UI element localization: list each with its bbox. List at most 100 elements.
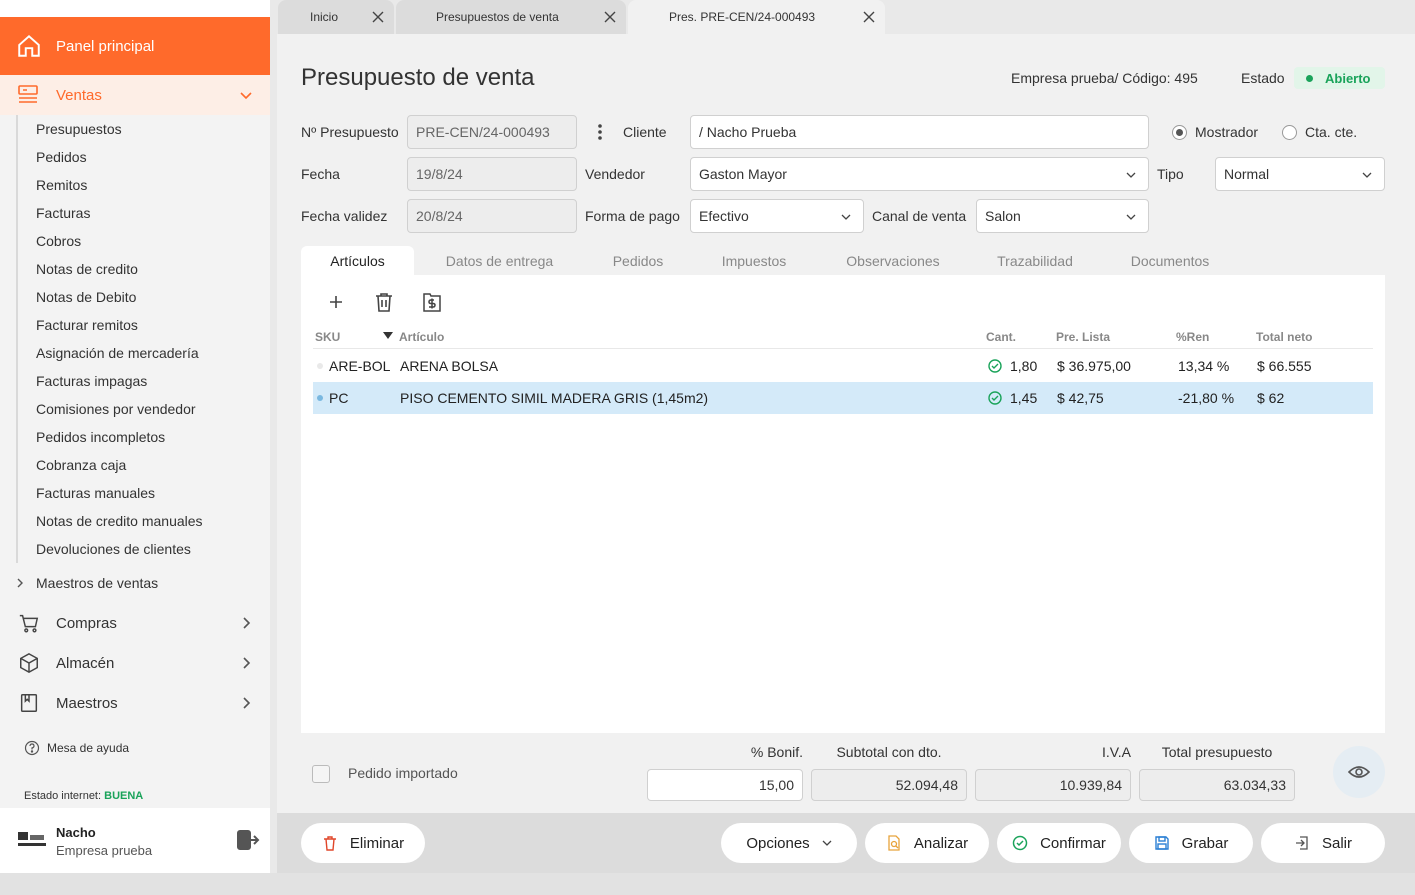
col-sku[interactable]: SKU <box>315 330 340 344</box>
salir-button[interactable]: Salir <box>1261 823 1385 863</box>
chevron-down-icon <box>1362 172 1372 178</box>
more-options-icon[interactable] <box>595 122 605 142</box>
company-info: Empresa prueba/ Código: 495 <box>1011 70 1198 86</box>
sidebar-item-label: Maestros de ventas <box>36 575 159 591</box>
sidebar-subitem-notas-credito[interactable]: Notas de credito <box>18 255 270 283</box>
eliminar-button[interactable]: Eliminar <box>301 823 425 863</box>
sidebar-subitem-notas-credito-manuales[interactable]: Notas de credito manuales <box>18 507 270 535</box>
fecha-field[interactable]: 19/8/24 <box>407 157 577 191</box>
sidebar-subitem-notas-debito[interactable]: Notas de Debito <box>18 283 270 311</box>
cliente-field[interactable]: / Nacho Prueba <box>690 115 1149 149</box>
eye-icon <box>1348 766 1370 778</box>
user-name: Nacho <box>56 825 96 840</box>
page-title: Presupuesto de venta <box>301 64 535 91</box>
sidebar-top-strip <box>0 0 270 17</box>
tab-observaciones[interactable]: Observaciones <box>838 246 948 276</box>
tab-inicio[interactable]: Inicio <box>278 0 394 34</box>
forma-pago-value: Efectivo <box>699 208 749 224</box>
table-row[interactable]: ARE-BOL ARENA BOLSA 1,80 $ 36.975,00 13,… <box>313 350 1373 382</box>
tab-documentos[interactable]: Documentos <box>1120 246 1220 276</box>
trash-icon[interactable] <box>373 291 395 313</box>
col-total-neto[interactable]: Total neto <box>1256 330 1312 344</box>
sidebar-subitem-facturas[interactable]: Facturas <box>18 199 270 227</box>
vendedor-select[interactable]: Gaston Mayor <box>690 157 1149 191</box>
sidebar-subitem-pedidos-incompletos[interactable]: Pedidos incompletos <box>18 423 270 451</box>
sort-down-icon[interactable] <box>383 332 393 340</box>
tab-presupuesto-actual[interactable]: Pres. PRE-CEN/24-000493 <box>628 0 885 34</box>
sidebar-subitem-comisiones[interactable]: Comisiones por vendedor <box>18 395 270 423</box>
col-cant[interactable]: Cant. <box>986 330 1016 344</box>
close-icon[interactable] <box>863 11 875 23</box>
table-row[interactable]: PC PISO CEMENTO SIMIL MADERA GRIS (1,45m… <box>313 382 1373 414</box>
nro-presupuesto-label: Nº Presupuesto <box>301 124 399 140</box>
add-icon[interactable] <box>325 291 347 313</box>
sidebar-item-maestros-ventas[interactable]: Maestros de ventas <box>0 571 270 595</box>
sidebar-item-panel-principal[interactable]: Panel principal <box>0 17 270 75</box>
sidebar-subitem-devoluciones[interactable]: Devoluciones de clientes <box>18 535 270 563</box>
help-desk-link[interactable]: Mesa de ayuda <box>24 740 129 756</box>
subtotal-field: 52.094,48 <box>811 769 967 801</box>
forma-pago-select[interactable]: Efectivo <box>690 199 864 233</box>
internet-status: Estado internet: BUENA <box>24 790 143 802</box>
tab-datos-entrega[interactable]: Datos de entrega <box>432 246 567 276</box>
tab-trazabilidad[interactable]: Trazabilidad <box>985 246 1085 276</box>
canal-venta-select[interactable]: Salon <box>976 199 1149 233</box>
confirmar-button[interactable]: Confirmar <box>997 823 1121 863</box>
save-icon <box>1154 836 1169 850</box>
sidebar-subitem-asignacion[interactable]: Asignación de mercadería <box>18 339 270 367</box>
close-icon[interactable] <box>372 11 384 23</box>
tab-pedidos[interactable]: Pedidos <box>593 246 683 276</box>
sidebar-subitem-facturas-manuales[interactable]: Facturas manuales <box>18 479 270 507</box>
sidebar-subitem-cobros[interactable]: Cobros <box>18 227 270 255</box>
opciones-button[interactable]: Opciones <box>721 823 857 863</box>
cell-sku: PC <box>329 390 349 406</box>
chevron-right-icon <box>243 657 251 669</box>
user-company: Empresa prueba <box>56 843 153 858</box>
sidebar-item-label: Maestros <box>56 694 118 712</box>
sidebar-item-label: Panel principal <box>56 37 155 55</box>
sidebar-item-maestros[interactable]: Maestros <box>0 683 270 723</box>
pedido-importado-checkbox[interactable] <box>312 765 330 783</box>
price-tag-icon[interactable] <box>421 291 443 313</box>
nro-presupuesto-field[interactable]: PRE-CEN/24-000493 <box>407 115 577 149</box>
grabar-button[interactable]: Grabar <box>1129 823 1253 863</box>
sidebar-subitem-pedidos[interactable]: Pedidos <box>18 143 270 171</box>
cell-total: $ 62 <box>1257 390 1285 406</box>
tab-articulos[interactable]: Artículos <box>301 246 414 276</box>
tab-label: Inicio <box>310 10 339 24</box>
fecha-label: Fecha <box>301 166 340 182</box>
sidebar-subitem-presupuestos[interactable]: Presupuestos <box>18 115 270 143</box>
sidebar-subitem-cobranza-caja[interactable]: Cobranza caja <box>18 451 270 479</box>
sidebar-subitem-remitos[interactable]: Remitos <box>18 171 270 199</box>
close-icon[interactable] <box>604 11 616 23</box>
button-label: Salir <box>1321 834 1352 852</box>
col-pre-lista[interactable]: Pre. Lista <box>1056 330 1110 344</box>
analizar-button[interactable]: Analizar <box>865 823 989 863</box>
total-label: Total presupuesto <box>1161 744 1273 760</box>
radio-cta-cte[interactable]: Cta. cte. <box>1282 124 1357 140</box>
sidebar-subitem-facturas-impagas[interactable]: Facturas impagas <box>18 367 270 395</box>
tipo-select[interactable]: Normal <box>1215 157 1385 191</box>
internet-status-value: BUENA <box>104 790 144 802</box>
col-ren[interactable]: %Ren <box>1176 330 1209 344</box>
button-label: Confirmar <box>1040 834 1106 852</box>
tab-impuestos[interactable]: Impuestos <box>709 246 799 276</box>
cliente-label: Cliente <box>623 124 667 140</box>
subtotal-label: Subtotal con dto. <box>836 744 942 760</box>
tipo-value: Normal <box>1224 166 1270 182</box>
col-articulo[interactable]: Artículo <box>399 330 444 344</box>
chevron-down-icon <box>822 840 832 846</box>
preview-button[interactable] <box>1333 746 1385 798</box>
radio-mostrador[interactable]: Mostrador <box>1172 124 1258 140</box>
fecha-validez-field[interactable]: 20/8/24 <box>407 199 577 233</box>
logout-icon[interactable] <box>236 828 260 852</box>
sidebar-item-almacen[interactable]: Almacén <box>0 643 270 683</box>
cell-cant: 1,80 <box>1010 358 1038 374</box>
sidebar-item-ventas[interactable]: Ventas <box>0 75 270 115</box>
chevron-right-icon <box>243 697 251 709</box>
bonif-field[interactable]: 15,00 <box>647 769 803 801</box>
sidebar-subitem-facturar-remitos[interactable]: Facturar remitos <box>18 311 270 339</box>
sidebar-item-compras[interactable]: Compras <box>0 603 270 643</box>
tab-presupuestos-venta[interactable]: Presupuestos de venta <box>396 0 626 34</box>
tab-bar: Inicio Presupuestos de venta Pres. PRE-C… <box>277 0 1415 34</box>
